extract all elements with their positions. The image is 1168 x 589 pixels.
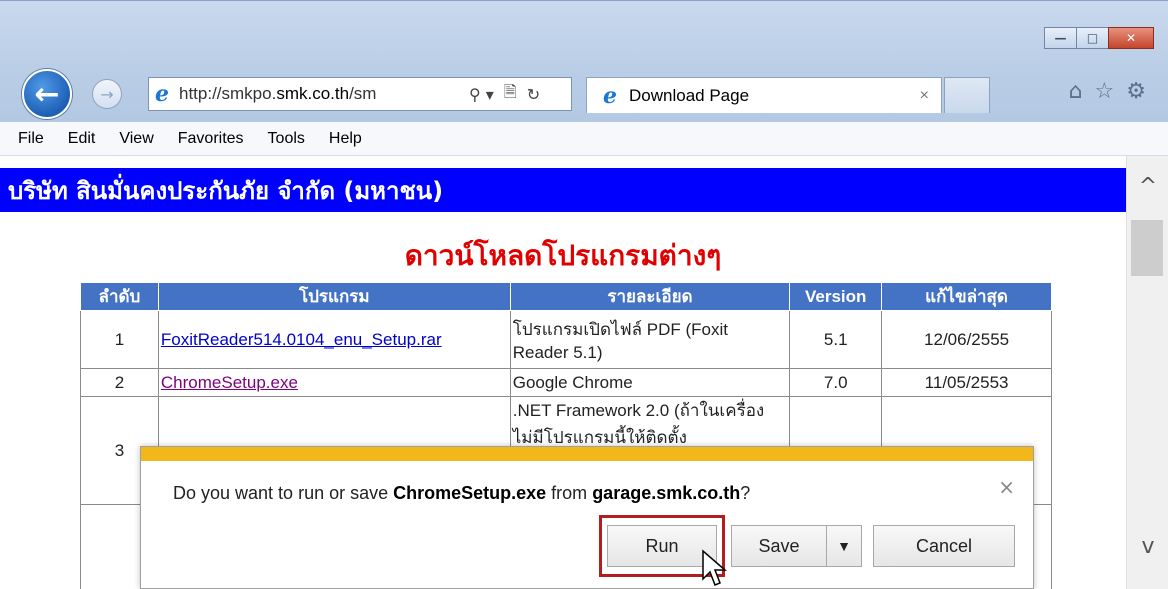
notification-filename: ChromeSetup.exe <box>393 483 547 503</box>
back-button[interactable]: ← <box>22 69 72 119</box>
tab-title: Download Page <box>629 85 750 105</box>
download-notification-bar: Do you want to run or save ChromeSetup.e… <box>140 446 1034 589</box>
col-header-updated: แก้ไขล่าสุด <box>881 282 1052 311</box>
menu-tools[interactable]: Tools <box>256 130 317 148</box>
scroll-thumb[interactable] <box>1131 220 1163 276</box>
refresh-icon[interactable]: ↻ <box>527 85 540 104</box>
window-titlebar: — □ ✕ ← → e http://smkpo.smk.co.th/sm ⚲ … <box>0 0 1168 122</box>
col-header-program: โปรแกรม <box>157 282 511 311</box>
save-options-dropdown-icon[interactable]: ▼ <box>826 525 862 567</box>
page-heading: ดาวน์โหลดโปรแกรมต่างๆ <box>404 239 722 272</box>
cancel-button[interactable]: Cancel <box>873 525 1015 567</box>
tools-gear-icon[interactable]: ⚙ <box>1126 79 1146 104</box>
navigation-row: ← → e http://smkpo.smk.co.th/sm ⚲ ▾ 🗎 ↻ … <box>0 67 1168 123</box>
scroll-down-icon[interactable]: v <box>1127 534 1168 564</box>
version-cell: 7.0 <box>789 368 883 397</box>
version-cell: 5.1 <box>789 310 883 369</box>
col-header-no: ลำดับ <box>80 282 159 311</box>
table-row: 2 ChromeSetup.exe Google Chrome 7.0 11/0… <box>80 368 1052 397</box>
new-tab-button[interactable] <box>944 77 990 113</box>
download-link[interactable]: FoxitReader514.0104_enu_Setup.rar <box>161 330 442 349</box>
notification-close-icon[interactable]: × <box>998 475 1015 499</box>
notification-host: garage.smk.co.th <box>592 483 741 503</box>
search-dropdown-icon[interactable]: ⚲ ▾ <box>469 85 494 104</box>
download-link[interactable]: ChromeSetup.exe <box>161 373 298 392</box>
home-icon[interactable]: ⌂ <box>1069 79 1083 104</box>
mouse-pointer-icon <box>702 549 728 586</box>
menu-file[interactable]: File <box>6 130 56 148</box>
detail-cell: โปรแกรมเปิดไฟล์ PDF (Foxit Reader 5.1) <box>509 310 791 369</box>
save-button[interactable]: Save <box>731 525 827 567</box>
program-cell: FoxitReader514.0104_enu_Setup.rar <box>157 310 511 369</box>
updated-cell: 11/05/2553 <box>881 368 1052 397</box>
table-row: 1 FoxitReader514.0104_enu_Setup.rar โปรแ… <box>80 310 1052 369</box>
favorites-star-icon[interactable]: ☆ <box>1095 79 1115 104</box>
ie-tab-icon: e <box>603 82 617 109</box>
tab-download-page[interactable]: e Download Page × <box>586 77 942 113</box>
compatibility-view-icon[interactable]: 🗎 <box>504 81 517 108</box>
menu-view[interactable]: View <box>107 130 165 148</box>
forward-button[interactable]: → <box>92 79 122 109</box>
table-header-row: ลำดับ โปรแกรม รายละเอียด Version แก้ไขล่… <box>80 282 1052 311</box>
menu-help[interactable]: Help <box>317 130 374 148</box>
window-controls: — □ ✕ <box>1044 27 1154 49</box>
close-window-button[interactable]: ✕ <box>1108 27 1154 49</box>
col-header-version: Version <box>789 282 883 311</box>
maximize-button[interactable]: □ <box>1076 27 1109 49</box>
forward-arrow-icon: → <box>100 84 114 104</box>
menu-favorites[interactable]: Favorites <box>166 130 256 148</box>
company-banner: บริษัท สินมั่นคงประกันภัย จำกัด (มหาชน) <box>0 168 1126 212</box>
menu-edit[interactable]: Edit <box>56 130 108 148</box>
row-number: 1 <box>80 310 159 369</box>
notification-message: Do you want to run or save ChromeSetup.e… <box>173 483 751 503</box>
vertical-scrollbar[interactable]: ^ v <box>1126 156 1168 589</box>
command-icons: ⌂ ☆ ⚙ <box>1069 79 1146 104</box>
scroll-up-icon[interactable]: ^ <box>1127 174 1168 204</box>
minimize-button[interactable]: — <box>1044 27 1077 49</box>
col-header-detail: รายละเอียด <box>509 282 791 311</box>
updated-cell: 12/06/2555 <box>881 310 1052 369</box>
tab-close-icon[interactable]: × <box>920 87 929 105</box>
back-arrow-icon: ← <box>34 76 60 112</box>
row-number: 2 <box>80 368 159 397</box>
menu-bar: File Edit View Favorites Tools Help <box>0 122 1168 156</box>
notification-stripe <box>141 447 1033 461</box>
address-url[interactable]: http://smkpo.smk.co.th/sm <box>179 84 463 104</box>
ie-page-icon: e <box>155 81 169 107</box>
program-cell: ChromeSetup.exe <box>157 368 511 397</box>
detail-cell: Google Chrome <box>509 368 791 397</box>
address-bar[interactable]: e http://smkpo.smk.co.th/sm ⚲ ▾ 🗎 ↻ <box>148 77 572 111</box>
address-tools: ⚲ ▾ 🗎 ↻ <box>469 81 540 108</box>
